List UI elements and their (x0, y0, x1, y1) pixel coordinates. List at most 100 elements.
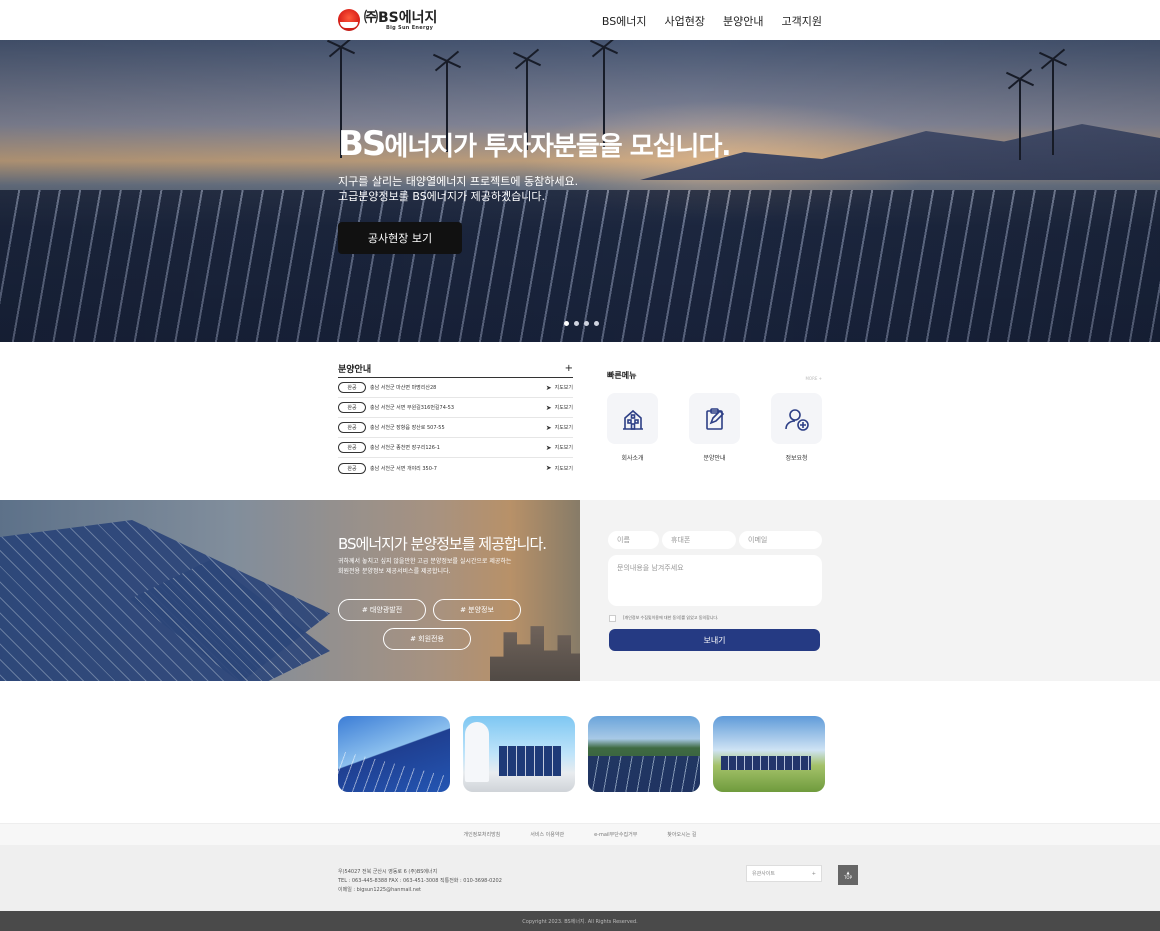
send-button[interactable]: 보내기 (609, 629, 820, 651)
inquiry-form: 이름 휴대폰 이메일 문의내용을 남겨주세요 [개인정보 수집및이용에 대한 동… (580, 500, 1160, 681)
name-field[interactable]: 이름 (608, 531, 659, 549)
agree-label: [개인정보 수집및이용에 대한 동의]를 읽었고 동의합니다. (623, 615, 719, 620)
directions-link[interactable]: 찾아오시는 길 (667, 831, 696, 838)
navigation-arrow-icon: ➤ (545, 443, 552, 452)
quick-item-company[interactable]: 회사소개 (607, 393, 658, 462)
quick-item-request[interactable]: 정보요청 (771, 393, 822, 462)
list-item-address: 충남 서천군 서면 개야리 350-7 (370, 465, 437, 472)
company-email: 이메일 : bigsun1225@hanmail.net (338, 887, 421, 893)
phone-field[interactable]: 휴대폰 (662, 531, 736, 549)
hero-title-bs: BS (338, 124, 386, 164)
promo-overlay (0, 500, 580, 681)
nav-item-sites[interactable]: 사업현장 (665, 13, 705, 29)
list-item[interactable]: 완공 충남 서천군 종천면 장구리126-1 ➤ 지도보기 (338, 438, 573, 458)
sale-list-header: 분양안내 + (338, 360, 573, 378)
promo-description: 귀하께서 놓치고 싶지 않을만한 고급 분양정보를 실시간으로 제공하는 회원전… (338, 557, 511, 577)
promo-banner: BS에너지가 분양정보를 제공합니다. 귀하께서 놓치고 싶지 않을만한 고급 … (0, 500, 580, 681)
list-item[interactable]: 완공 충남 서천군 서면 개야리 350-7 ➤ 지도보기 (338, 458, 573, 478)
logo-sub-text: Big Sun Energy (386, 25, 434, 31)
solar-panel (588, 756, 700, 792)
list-item-address: 충남 서천군 마산면 마명리산28 (370, 385, 437, 391)
navigation-arrow-icon: ➤ (545, 423, 552, 432)
photo-gallery (338, 716, 825, 792)
quick-item-sales[interactable]: 분양안내 (689, 393, 740, 462)
company-contact: TEL : 063-445-8388 FAX : 063-451-3008 직통… (338, 878, 502, 884)
navigation-arrow-icon: ➤ (545, 464, 552, 472)
quick-menu-header: 빠른메뉴 MORE + (607, 370, 822, 381)
sale-list-more-button[interactable]: + (565, 363, 573, 374)
nav-item-bs-energy[interactable]: BS에너지 (602, 13, 647, 29)
slider-dot-3[interactable] (584, 321, 589, 326)
quick-menu: 빠른메뉴 MORE + 회사소개 분양안내 정보요청 (607, 370, 822, 462)
logo[interactable]: ㈜BS에너지 Big Sun Energy (338, 9, 437, 31)
map-link[interactable]: ➤ 지도보기 (546, 384, 573, 392)
top-label: TOP (843, 875, 852, 880)
map-link[interactable]: ➤ 지도보기 (546, 444, 573, 452)
user-add-icon (771, 393, 822, 444)
solar-grid (338, 750, 450, 792)
sun-logo-icon (338, 9, 360, 31)
hydrogen-tank (465, 722, 489, 782)
status-badge: 완공 (338, 462, 366, 474)
nav-item-support[interactable]: 고객지원 (782, 13, 822, 29)
map-link[interactable]: ➤ 지도보기 (546, 424, 573, 432)
list-item-address: 충남 서천군 장항읍 장산로 507-55 (370, 425, 445, 431)
scroll-top-button[interactable]: ▲ TOP (838, 865, 858, 885)
gallery-image-hydrogen[interactable] (463, 716, 575, 792)
logo-main-text: ㈜BS에너지 (364, 10, 438, 26)
hero-subtitle-line1: 지구를 살리는 태양열에너지 프로젝트에 동참하세요. (338, 175, 579, 188)
sale-list: 분양안내 + 완공 충남 서천군 마산면 마명리산28 ➤ 지도보기 완공 충남 … (338, 360, 573, 478)
agree-checkbox[interactable] (609, 615, 616, 622)
email-refusal-link[interactable]: e-mail무단수집거부 (594, 831, 637, 838)
gallery-image-hillside-solar[interactable] (588, 716, 700, 792)
email-field[interactable]: 이메일 (739, 531, 822, 549)
gallery-image-field-solar[interactable] (713, 716, 825, 792)
map-link-label: 지도보기 (554, 385, 573, 391)
solar-panel (499, 746, 561, 776)
hero-title-rest: 에너지가 투자자분들을 모십니다. (384, 132, 731, 162)
map-link-label: 지도보기 (554, 445, 573, 451)
list-item[interactable]: 완공 충남 서천군 장항읍 장산로 507-55 ➤ 지도보기 (338, 418, 573, 438)
map-link[interactable]: ➤ 지도보기 (546, 404, 573, 412)
site-header: ㈜BS에너지 Big Sun Energy BS에너지 사업현장 분양안내 고객… (0, 0, 1160, 40)
message-textarea[interactable]: 문의내용을 남겨주세요 (608, 555, 822, 606)
navigation-arrow-icon: ➤ (545, 403, 552, 412)
quick-menu-more-link[interactable]: MORE + (805, 376, 822, 381)
navigation-arrow-icon: ➤ (545, 383, 552, 392)
nav-item-sales[interactable]: 분양안내 (723, 13, 763, 29)
slider-dot-1[interactable] (564, 321, 569, 326)
plus-icon: + (811, 870, 816, 877)
map-link-label: 지도보기 (554, 405, 573, 411)
slider-dots (564, 321, 599, 326)
tag-sales-info-button[interactable]: # 분양정보 (433, 599, 521, 621)
copyright: Copyright 2023. BS에너지. All Rights Reserv… (0, 911, 1160, 931)
tag-solar-button[interactable]: # 태양광발전 (338, 599, 426, 621)
list-item[interactable]: 완공 충남 서천군 마산면 마명리산28 ➤ 지도보기 (338, 378, 573, 398)
tag-members-button[interactable]: # 회원전용 (383, 628, 471, 650)
main-nav: BS에너지 사업현장 분양안내 고객지원 (602, 13, 822, 29)
privacy-policy-link[interactable]: 개인정보처리방침 (463, 831, 500, 838)
slider-dot-2[interactable] (574, 321, 579, 326)
footer: 우)54027 전북 군산시 영동로 6 (주)BS에너지 TEL : 063-… (0, 845, 1160, 911)
gallery-image-wind-solar[interactable] (338, 716, 450, 792)
family-site-label: 유관사이트 (752, 871, 776, 877)
list-item-address: 충남 서천군 종천면 장구리126-1 (370, 445, 440, 451)
view-sites-button[interactable]: 공사현장 보기 (338, 222, 462, 254)
slider-dot-4[interactable] (594, 321, 599, 326)
footer-links: 개인정보처리방침 서비스 이용약관 e-mail무단수집거부 찾아오시는 길 (0, 823, 1160, 845)
quick-item-label: 정보요청 (785, 455, 808, 462)
quick-item-label: 분양안내 (703, 455, 726, 462)
quick-item-label: 회사소개 (621, 455, 644, 462)
status-badge: 완공 (338, 382, 366, 393)
status-badge: 완공 (338, 442, 366, 453)
map-link[interactable]: ➤ 지도보기 (546, 464, 573, 472)
info-section: 분양안내 + 완공 충남 서천군 마산면 마명리산28 ➤ 지도보기 완공 충남 … (0, 342, 1160, 500)
family-site-select[interactable]: 유관사이트 + (746, 865, 822, 882)
hero-overlay (0, 40, 1160, 342)
solar-panel (721, 756, 811, 770)
terms-link[interactable]: 서비스 이용약관 (530, 831, 564, 838)
list-item[interactable]: 완공 충남 서천군 서면 부원길316번길74-53 ➤ 지도보기 (338, 398, 573, 418)
sale-list-title: 분양안내 (338, 365, 372, 375)
hero-banner: BS에너지가 투자자분들을 모십니다. 지구를 살리는 태양열에너지 프로젝트에… (0, 40, 1160, 342)
company-address: 우)54027 전북 군산시 영동로 6 (주)BS에너지 (338, 869, 438, 875)
